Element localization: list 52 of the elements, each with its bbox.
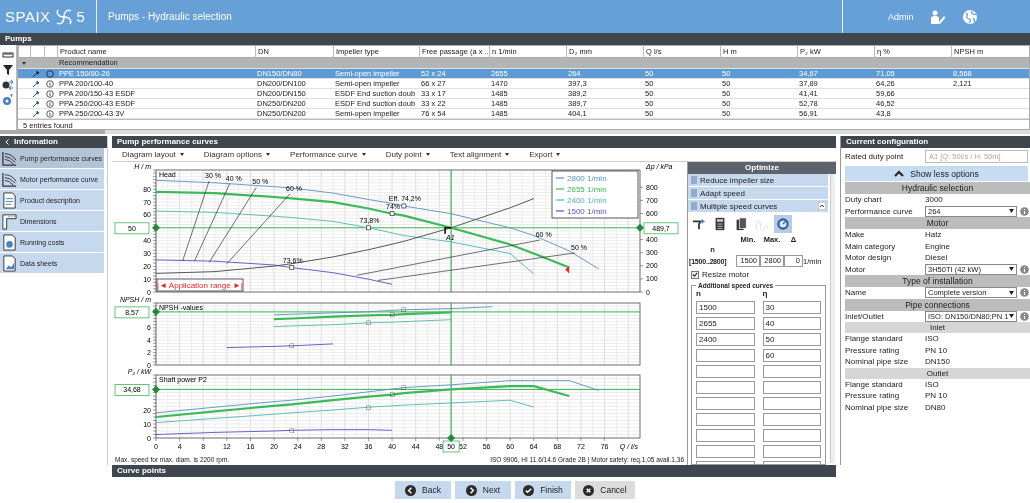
field-value: Hatz: [925, 230, 942, 240]
field-value: Diesel: [925, 253, 948, 263]
field-label: Pressure rating: [845, 391, 901, 401]
panel-title: Current configuration: [846, 137, 929, 146]
legend-entry: 2800 1/min: [555, 174, 607, 183]
subsection-header: Outlet: [845, 367, 1030, 379]
panel-title: Optimize: [745, 163, 779, 172]
field-label: Inlet/Outlet: [845, 311, 885, 321]
field-label: Motor design: [845, 253, 893, 263]
panel-title: Pumps: [5, 34, 32, 43]
checkbox-label: Resize motor: [702, 270, 750, 279]
version-number: 5: [76, 8, 85, 25]
panel-title: Curve points: [117, 466, 166, 475]
field-value: DN80: [925, 402, 946, 412]
field-label: Nominal pipe size: [845, 402, 910, 412]
field-value: ISO: [925, 334, 939, 344]
field-label: Rated duty point: [845, 152, 905, 161]
field-value: PN 10: [925, 345, 948, 355]
panel-title: Pump performance curves: [117, 137, 218, 146]
field-value: Engine: [925, 241, 950, 251]
field-value: ISO: [925, 379, 939, 389]
field-label: Name: [845, 288, 868, 298]
field-label: Motor: [845, 264, 867, 274]
field-label: Duty chart: [845, 195, 883, 205]
legend-label: 2655 1/min: [567, 185, 607, 194]
field-label: Make: [845, 230, 866, 240]
subsection-header: Inlet: [845, 322, 1030, 333]
section-header: Hydraulic selection: [845, 182, 1030, 194]
legend-label: 2400 1/min: [567, 196, 607, 205]
legend-label: 1500 1/min: [567, 207, 607, 216]
page-title: Pumps - Hydraulic selection: [108, 11, 232, 22]
section-header: Pipe connections: [845, 298, 1030, 311]
column-label: η: [762, 289, 769, 298]
legend-entry: 1500 1/min: [555, 207, 607, 216]
field-label: Main category: [845, 241, 897, 251]
field-value: PN 10: [925, 391, 948, 401]
application-range-label: |◄ Application range ►|: [156, 278, 244, 292]
section-header: Type of installation: [845, 275, 1030, 287]
section-header: Motor: [845, 217, 1030, 229]
field-label: Performance curve: [845, 206, 914, 216]
legend-entry: 2655 1/min: [555, 185, 607, 194]
field-label: Nominal pipe size: [845, 357, 910, 367]
logo-text: SPAIX: [5, 8, 51, 25]
legend-entry: 2400 1/min: [555, 196, 607, 205]
field-label: Flange standard: [845, 379, 904, 389]
panel-title: Information: [14, 136, 58, 148]
legend-label: 2800 1/min: [567, 174, 607, 183]
field-value: DN150: [925, 357, 950, 367]
column-label: n: [696, 289, 702, 298]
field-label: Flange standard: [845, 334, 904, 344]
field-label: Pressure rating: [845, 345, 901, 355]
field-value: 3000: [925, 195, 943, 205]
